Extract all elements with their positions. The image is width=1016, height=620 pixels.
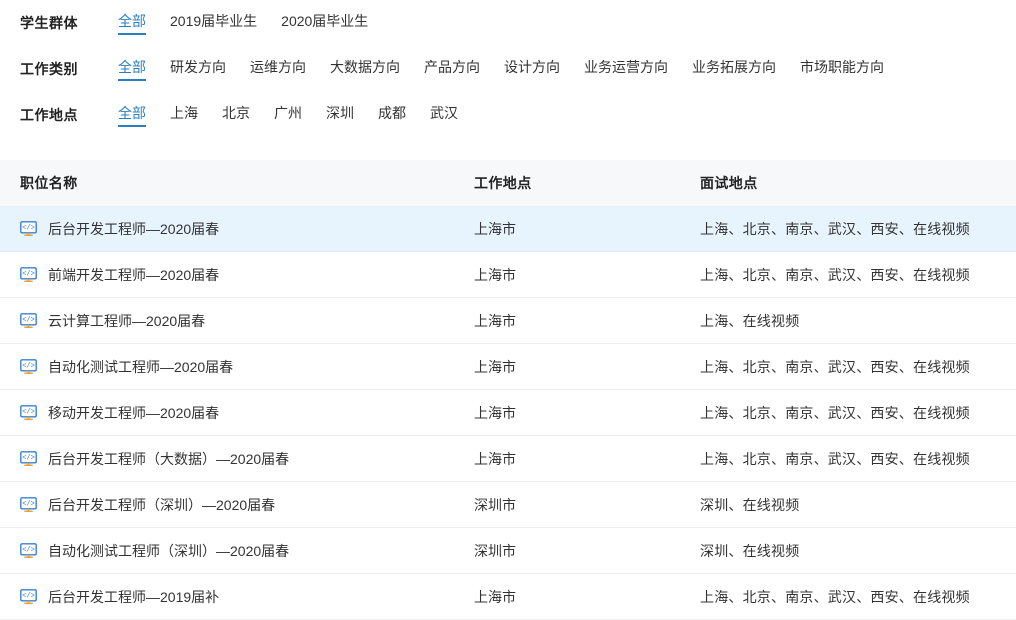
filter-option-student-group-0[interactable]: 全部	[118, 11, 146, 35]
svg-text:</>: </>	[22, 270, 35, 278]
filter-options-work-location: 全部 上海 北京 广州 深圳 成都 武汉	[118, 103, 482, 127]
filter-option-student-group-1[interactable]: 2019届毕业生	[170, 11, 257, 35]
filter-options-job-category: 全部 研发方向 运维方向 大数据方向 产品方向 设计方向 业务运营方向 业务拓展方向 市场职能方…	[118, 57, 908, 81]
job-title-text: 后台开发工程师（深圳）—2020届春	[48, 496, 276, 513]
filter-label-student-group: 学生群体	[20, 15, 78, 31]
table-row[interactable]: </> 移动开发工程师—2020届春 上海市 上海、北京、南京、武汉、西安、在线视频	[0, 390, 1016, 436]
cell-work-location: 深圳市	[474, 542, 516, 559]
filter-option-work-location-3[interactable]: 广州	[274, 103, 302, 127]
cell-work-location: 上海市	[474, 266, 516, 283]
filter-option-job-category-6[interactable]: 业务运营方向	[584, 57, 668, 81]
cell-job-title[interactable]: </> 移动开发工程师—2020届春	[0, 403, 474, 423]
filter-option-job-category-4[interactable]: 产品方向	[424, 57, 480, 81]
filter-option-job-category-1[interactable]: 研发方向	[170, 57, 226, 81]
job-title-text: 后台开发工程师—2019届补	[48, 588, 220, 605]
column-header-work-location: 工作地点	[474, 175, 532, 191]
job-title-text: 移动开发工程师—2020届春	[48, 404, 220, 421]
jobs-table: 职位名称 工作地点 面试地点 </> 后台开发工程师—2020届春 上海市 上海、北京…	[0, 160, 1016, 620]
cell-interview-location: 深圳、在线视频	[700, 496, 800, 513]
cell-work-location: 上海市	[474, 220, 516, 237]
cell-job-title[interactable]: </> 自动化测试工程师—2020届春	[0, 357, 474, 377]
cell-job-title[interactable]: </> 前端开发工程师—2020届春	[0, 265, 474, 285]
table-row[interactable]: </> 云计算工程师—2020届春 上海市 上海、在线视频	[0, 298, 1016, 344]
code-monitor-icon: </>	[20, 450, 37, 466]
svg-text:</>: </>	[22, 408, 35, 416]
table-row[interactable]: </> 自动化测试工程师（深圳）—2020届春 深圳市 深圳、在线视频	[0, 528, 1016, 574]
code-monitor-icon: </>	[20, 542, 37, 558]
svg-text:</>: </>	[22, 454, 35, 462]
job-title-text: 后台开发工程师—2020届春	[48, 220, 220, 237]
cell-interview-location: 上海、北京、南京、武汉、西安、在线视频	[700, 450, 970, 467]
cell-work-location: 上海市	[474, 404, 516, 421]
filter-row-student-group: 学生群体 全部 2019届毕业生 2020届毕业生	[0, 0, 1016, 46]
job-title-text: 前端开发工程师—2020届春	[48, 266, 220, 283]
filter-option-job-category-8[interactable]: 市场职能方向	[800, 57, 884, 81]
cell-interview-location: 上海、北京、南京、武汉、西安、在线视频	[700, 358, 970, 375]
code-monitor-icon: </>	[20, 220, 37, 236]
cell-work-location: 深圳市	[474, 496, 516, 513]
table-row[interactable]: </> 前端开发工程师—2020届春 上海市 上海、北京、南京、武汉、西安、在线视频	[0, 252, 1016, 298]
filter-options-student-group: 全部 2019届毕业生 2020届毕业生	[118, 11, 392, 35]
cell-interview-location: 上海、北京、南京、武汉、西安、在线视频	[700, 404, 970, 421]
cell-job-title[interactable]: </> 后台开发工程师—2020届春	[0, 219, 474, 239]
column-header-interview-location: 面试地点	[700, 175, 758, 191]
filter-label-work-location: 工作地点	[20, 107, 78, 123]
table-header-row: 职位名称 工作地点 面试地点	[0, 160, 1016, 206]
filter-option-work-location-2[interactable]: 北京	[222, 103, 250, 127]
filter-option-work-location-5[interactable]: 成都	[378, 103, 406, 127]
filter-label-job-category: 工作类别	[20, 61, 78, 77]
code-monitor-icon: </>	[20, 266, 37, 282]
svg-text:</>: </>	[22, 500, 35, 508]
svg-text:</>: </>	[22, 592, 35, 600]
table-row[interactable]: </> 后台开发工程师—2019届补 上海市 上海、北京、南京、武汉、西安、在线视频	[0, 574, 1016, 620]
job-title-text: 后台开发工程师（大数据）—2020届春	[48, 450, 290, 467]
cell-interview-location: 上海、北京、南京、武汉、西安、在线视频	[700, 220, 970, 237]
filter-option-job-category-7[interactable]: 业务拓展方向	[692, 57, 776, 81]
filter-option-job-category-5[interactable]: 设计方向	[504, 57, 560, 81]
filter-option-job-category-3[interactable]: 大数据方向	[330, 57, 400, 81]
column-header-job-title: 职位名称	[20, 175, 78, 191]
filter-row-work-location: 工作地点 全部 上海 北京 广州 深圳 成都 武汉	[0, 92, 1016, 138]
filter-option-work-location-4[interactable]: 深圳	[326, 103, 354, 127]
svg-text:</>: </>	[22, 224, 35, 232]
cell-interview-location: 深圳、在线视频	[700, 542, 800, 559]
code-monitor-icon: </>	[20, 588, 37, 604]
filter-option-job-category-0[interactable]: 全部	[118, 57, 146, 81]
filter-row-job-category: 工作类别 全部 研发方向 运维方向 大数据方向 产品方向 设计方向 业务运营方向 业务拓展方向市…	[0, 46, 1016, 92]
code-monitor-icon: </>	[20, 312, 37, 328]
cell-job-title[interactable]: </> 后台开发工程师（深圳）—2020届春	[0, 495, 474, 515]
filter-option-student-group-2[interactable]: 2020届毕业生	[281, 11, 368, 35]
filter-option-work-location-1[interactable]: 上海	[170, 103, 198, 127]
table-row[interactable]: </> 自动化测试工程师—2020届春 上海市 上海、北京、南京、武汉、西安、在线视频	[0, 344, 1016, 390]
code-monitor-icon: </>	[20, 496, 37, 512]
table-row[interactable]: </> 后台开发工程师（深圳）—2020届春 深圳市 深圳、在线视频	[0, 482, 1016, 528]
filter-option-work-location-6[interactable]: 武汉	[430, 103, 458, 127]
cell-interview-location: 上海、在线视频	[700, 312, 800, 329]
cell-job-title[interactable]: </> 自动化测试工程师（深圳）—2020届春	[0, 541, 474, 561]
svg-text:</>: </>	[22, 362, 35, 370]
filter-panel: 学生群体 全部 2019届毕业生 2020届毕业生 工作类别 全部 研发方向 运维方向 大数据方…	[0, 0, 1016, 138]
cell-work-location: 上海市	[474, 450, 516, 467]
cell-job-title[interactable]: </> 后台开发工程师（大数据）—2020届春	[0, 449, 474, 469]
cell-interview-location: 上海、北京、南京、武汉、西安、在线视频	[700, 588, 970, 605]
code-monitor-icon: </>	[20, 404, 37, 420]
filter-option-work-location-0[interactable]: 全部	[118, 103, 146, 127]
cell-job-title[interactable]: </> 后台开发工程师—2019届补	[0, 587, 474, 607]
svg-text:</>: </>	[22, 316, 35, 324]
job-title-text: 云计算工程师—2020届春	[48, 312, 206, 329]
cell-work-location: 上海市	[474, 312, 516, 329]
cell-job-title[interactable]: </> 云计算工程师—2020届春	[0, 311, 474, 331]
cell-interview-location: 上海、北京、南京、武汉、西安、在线视频	[700, 266, 970, 283]
cell-work-location: 上海市	[474, 358, 516, 375]
table-body: </> 后台开发工程师—2020届春 上海市 上海、北京、南京、武汉、西安、在线视频 <…	[0, 206, 1016, 620]
filter-option-job-category-2[interactable]: 运维方向	[250, 57, 306, 81]
table-row[interactable]: </> 后台开发工程师（大数据）—2020届春 上海市 上海、北京、南京、武汉、西安、…	[0, 436, 1016, 482]
svg-text:</>: </>	[22, 546, 35, 554]
job-title-text: 自动化测试工程师（深圳）—2020届春	[48, 542, 290, 559]
job-title-text: 自动化测试工程师—2020届春	[48, 358, 234, 375]
code-monitor-icon: </>	[20, 358, 37, 374]
cell-work-location: 上海市	[474, 588, 516, 605]
table-row[interactable]: </> 后台开发工程师—2020届春 上海市 上海、北京、南京、武汉、西安、在线视频	[0, 206, 1016, 252]
